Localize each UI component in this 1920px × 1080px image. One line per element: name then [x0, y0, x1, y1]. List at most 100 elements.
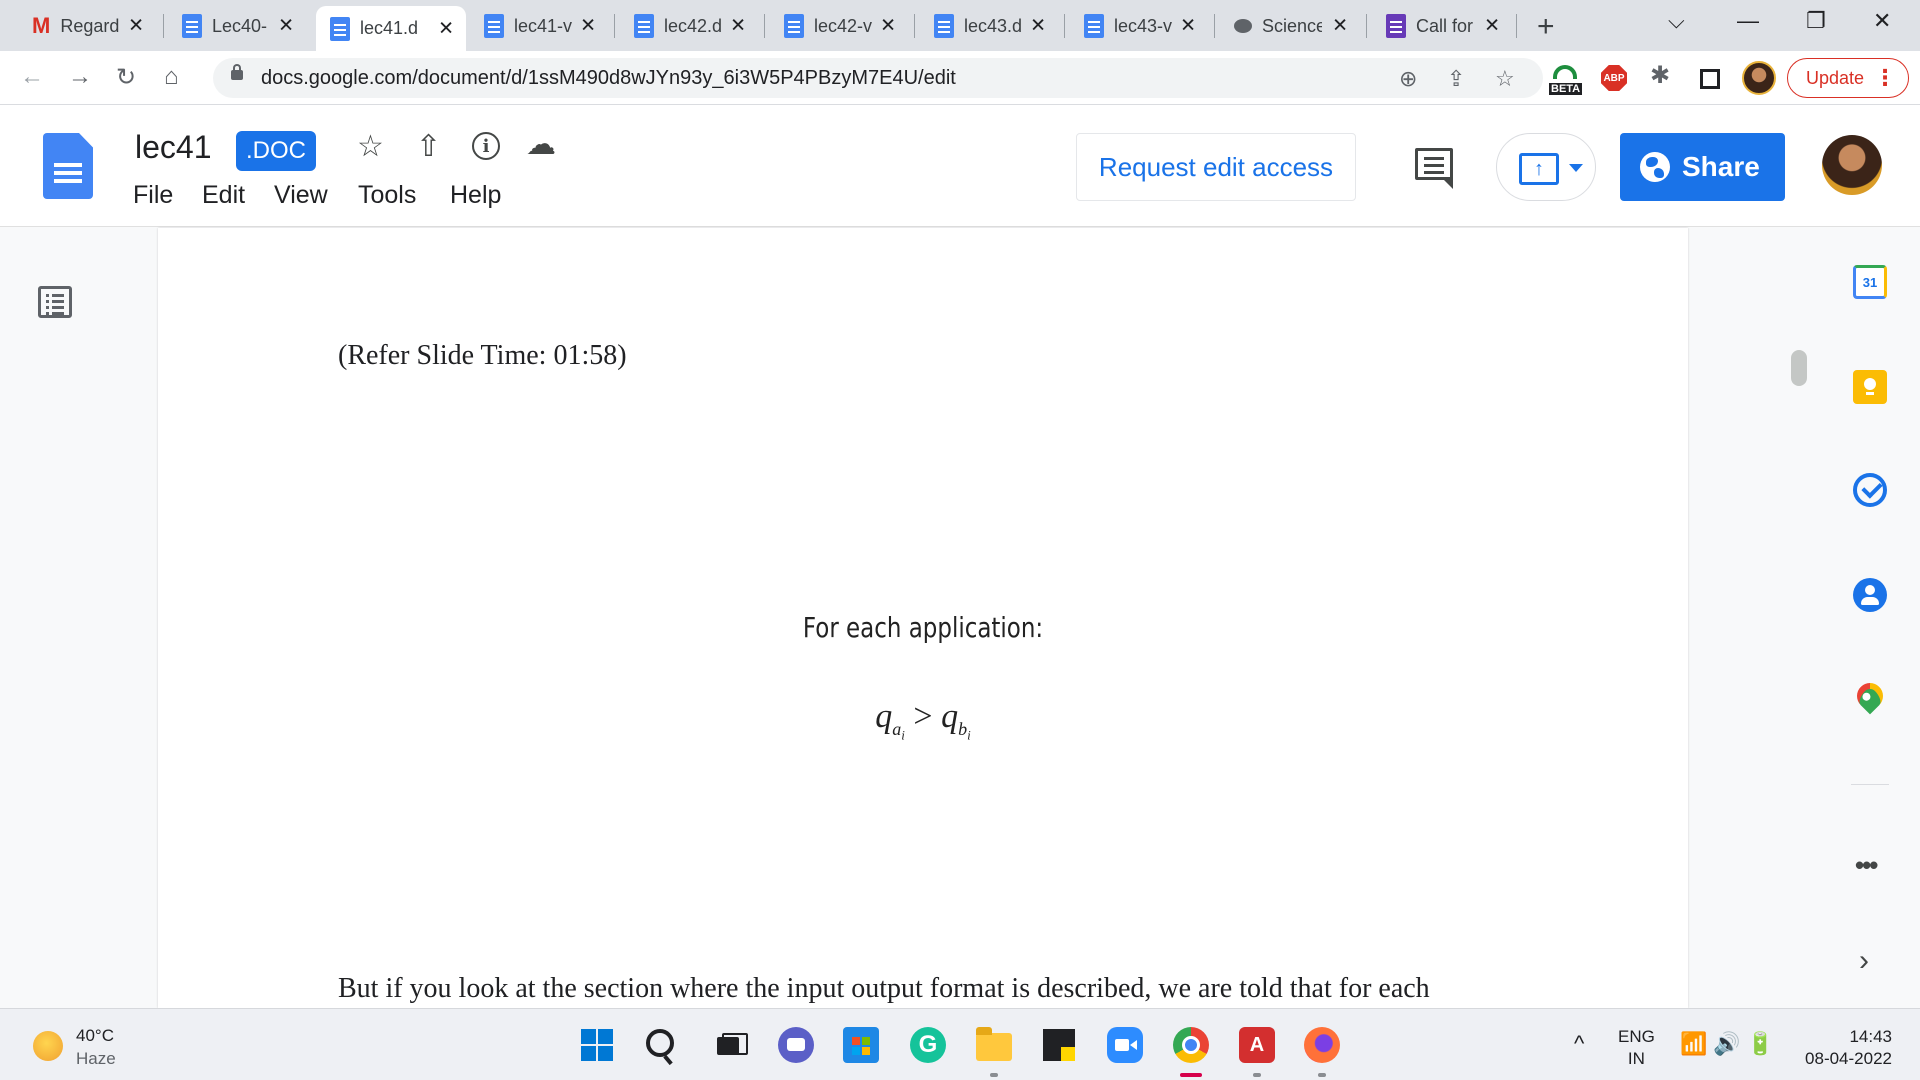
contacts-icon[interactable]: [1853, 578, 1887, 612]
close-icon[interactable]: ✕: [1484, 15, 1500, 38]
maps-icon[interactable]: [1851, 677, 1889, 715]
clock[interactable]: 14:43 08-04-2022: [1772, 1026, 1892, 1070]
firefox-icon[interactable]: [1304, 1027, 1340, 1063]
star-icon[interactable]: ☆: [357, 129, 384, 164]
expand-panel-chevron-icon[interactable]: ›: [1859, 944, 1869, 978]
back-icon[interactable]: ←: [20, 63, 44, 91]
docs-logo-icon[interactable]: [43, 133, 93, 199]
docs-icon: [484, 14, 504, 38]
microsoft-store-icon[interactable]: [843, 1027, 879, 1063]
share-page-icon[interactable]: ⇪: [1447, 66, 1465, 92]
tab-title: Call for: [1416, 15, 1474, 36]
tab-lec41-doc[interactable]: lec41.d ✕: [316, 6, 466, 51]
formula-rhs: q: [941, 698, 959, 735]
teams-chat-icon[interactable]: [778, 1027, 814, 1063]
start-windows-icon[interactable]: [579, 1027, 615, 1063]
share-button[interactable]: Share: [1620, 133, 1785, 201]
home-icon[interactable]: ⌂: [164, 63, 179, 91]
forward-icon[interactable]: →: [68, 63, 92, 91]
calendar-day: 31: [1862, 274, 1878, 290]
file-type-badge: .DOC: [236, 131, 316, 171]
close-icon[interactable]: ✕: [1332, 15, 1348, 38]
account-avatar[interactable]: [1822, 135, 1882, 195]
keep-icon[interactable]: [1853, 370, 1887, 404]
move-to-drive-icon[interactable]: ⇧: [416, 129, 441, 164]
tab-lec41-v[interactable]: lec41-v ✕: [470, 8, 608, 44]
more-icon[interactable]: •••: [1855, 850, 1878, 881]
search-icon[interactable]: [646, 1029, 674, 1057]
cloud-status-icon[interactable]: ☁: [526, 127, 556, 162]
close-icon[interactable]: ✕: [1180, 15, 1196, 38]
zoom-icon[interactable]: [1107, 1027, 1143, 1063]
tab-lec40[interactable]: Lec40- ✕: [168, 8, 306, 44]
new-tab-button[interactable]: +: [1537, 10, 1555, 44]
reload-icon[interactable]: ↻: [116, 63, 136, 92]
chrome-icon[interactable]: [1173, 1027, 1209, 1063]
close-icon[interactable]: ✕: [278, 15, 294, 38]
request-edit-access-button[interactable]: Request edit access: [1076, 133, 1356, 201]
menu-view[interactable]: View: [274, 181, 328, 210]
tab-separator: [1516, 14, 1517, 38]
tab-lec42-v[interactable]: lec42-v ✕: [770, 8, 908, 44]
tab-call-for[interactable]: Call for ✕: [1372, 8, 1512, 44]
input-language-indicator[interactable]: ENG IN: [1618, 1026, 1655, 1070]
bookmark-star-icon[interactable]: ☆: [1495, 66, 1515, 92]
close-window-button[interactable]: ✕: [1873, 8, 1891, 34]
close-icon[interactable]: ✕: [730, 15, 746, 38]
document-page[interactable]: (Refer Slide Time: 01:58) For each appli…: [158, 228, 1688, 1008]
close-icon[interactable]: ✕: [128, 15, 144, 38]
adblock-plus-icon[interactable]: ABP: [1601, 65, 1627, 91]
beta-label: BETA: [1549, 83, 1583, 95]
sticky-notes-icon[interactable]: [1043, 1029, 1075, 1061]
formula-rhs-sub2: i: [967, 727, 971, 743]
tab-title: lec42-v: [814, 15, 873, 36]
menu-help[interactable]: Help: [450, 181, 501, 210]
acrobat-icon[interactable]: A: [1239, 1027, 1275, 1063]
tasks-icon[interactable]: [1853, 473, 1887, 507]
update-button[interactable]: Update ⋮: [1787, 58, 1909, 98]
tab-lec42-doc[interactable]: lec42.d ✕: [620, 8, 758, 44]
tab-lec43-v[interactable]: lec43-v ✕: [1070, 8, 1208, 44]
close-icon[interactable]: ✕: [1030, 15, 1046, 38]
weather-sun-icon[interactable]: [33, 1031, 63, 1061]
document-title[interactable]: lec41: [135, 129, 212, 166]
restore-button[interactable]: ❐: [1806, 8, 1826, 34]
scrollbar-thumb[interactable]: [1791, 350, 1807, 386]
close-icon[interactable]: ✕: [438, 17, 454, 40]
address-bar[interactable]: docs.google.com/document/d/1ssM490d8wJYn…: [213, 58, 1543, 98]
tab-lec43-doc[interactable]: lec43.d ✕: [920, 8, 1058, 44]
tab-search-dropdown-icon[interactable]: ⌵: [1668, 8, 1685, 34]
url-text[interactable]: docs.google.com/document/d/1ssM490d8wJYn…: [261, 67, 956, 90]
beta-extension-icon[interactable]: BETA: [1549, 65, 1583, 95]
menu-edit[interactable]: Edit: [202, 181, 245, 210]
info-icon[interactable]: i: [472, 132, 500, 160]
comments-icon[interactable]: [1415, 148, 1453, 189]
document-outline-icon[interactable]: [38, 286, 72, 318]
tab-science[interactable]: Science ✕: [1220, 8, 1360, 44]
move-to-drive-button[interactable]: ↑: [1496, 133, 1596, 201]
profile-avatar[interactable]: [1742, 61, 1776, 95]
file-explorer-icon[interactable]: [976, 1027, 1012, 1061]
weather-description[interactable]: Haze: [76, 1049, 116, 1069]
side-panel-icon[interactable]: [1700, 69, 1720, 89]
language-code: ENG: [1618, 1027, 1655, 1046]
tab-gmail[interactable]: M Regard ✕: [18, 8, 156, 44]
tab-separator: [1064, 14, 1065, 38]
close-icon[interactable]: ✕: [880, 15, 896, 38]
lock-icon[interactable]: [231, 64, 243, 80]
zoom-icon[interactable]: ⊕: [1399, 66, 1417, 92]
extensions-puzzle-icon[interactable]: ✱: [1650, 61, 1670, 90]
task-view-icon[interactable]: [711, 1027, 748, 1063]
close-icon[interactable]: ✕: [580, 15, 596, 38]
tab-title: lec43.d: [964, 15, 1023, 36]
minimize-button[interactable]: —: [1737, 8, 1759, 34]
globe-icon: [1640, 152, 1670, 182]
show-hidden-icons-chevron-icon[interactable]: ^: [1574, 1031, 1584, 1057]
wifi-volume-battery-icons[interactable]: 📶🔊🔋: [1680, 1031, 1780, 1057]
calendar-icon[interactable]: 31: [1853, 265, 1887, 299]
weather-temperature[interactable]: 40°C: [76, 1026, 114, 1046]
menu-file[interactable]: File: [133, 181, 173, 210]
menu-tools[interactable]: Tools: [358, 181, 416, 210]
kebab-menu-icon[interactable]: ⋮: [1874, 65, 1896, 91]
grammarly-icon[interactable]: G: [910, 1027, 946, 1063]
